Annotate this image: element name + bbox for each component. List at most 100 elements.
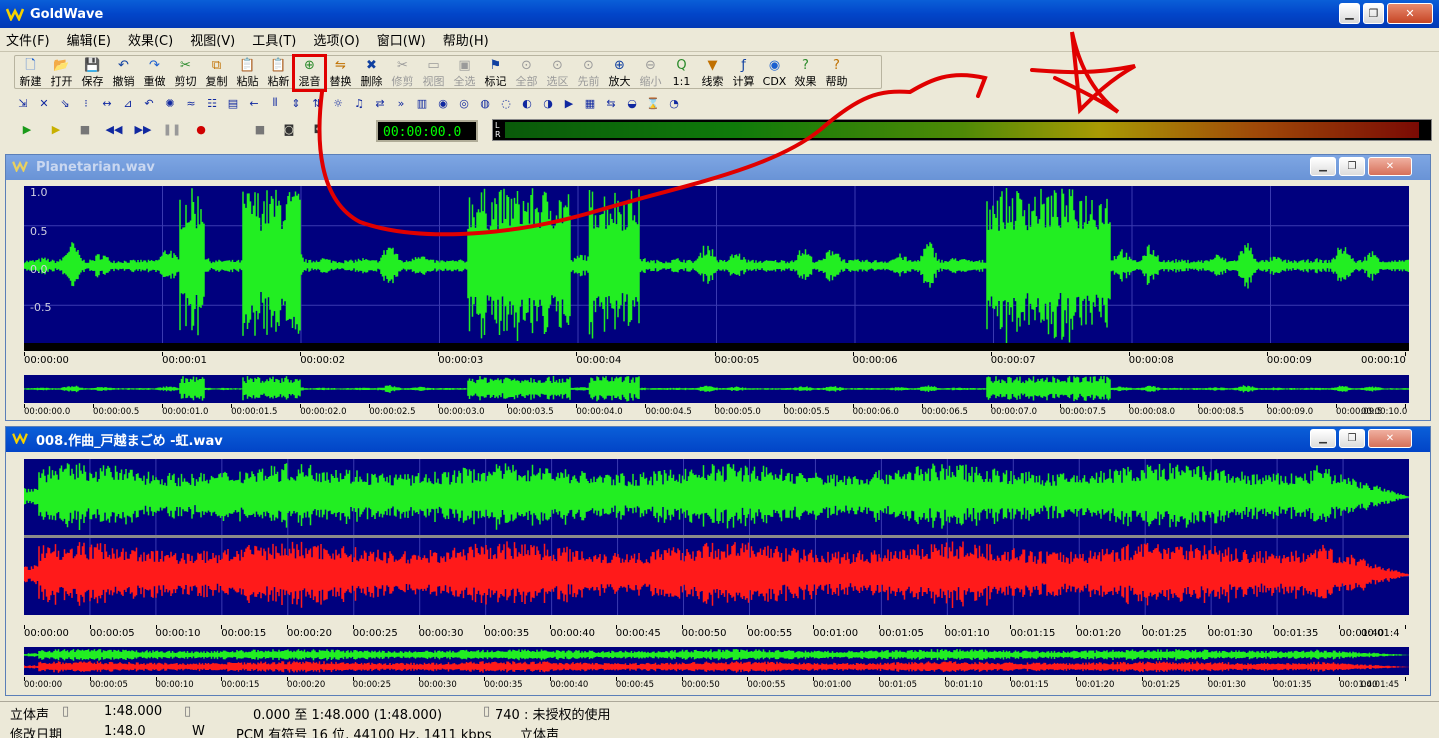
doc-restore-button[interactable]: ❐ (1339, 429, 1365, 448)
fast-forward-icon[interactable]: ▶▶ (130, 119, 156, 139)
toolbar-button-zoom-1to1[interactable]: Q 1:1 (666, 56, 697, 90)
clock-icon[interactable]: ◔ (665, 93, 683, 113)
toolbar-button-new-file[interactable]: 🗋 新建 (15, 56, 46, 90)
noise-icon[interactable]: ☼ (329, 93, 347, 113)
toolbar-button-label: 放大 (608, 75, 631, 88)
echo-icon[interactable]: ↶ (140, 93, 158, 113)
menu-view[interactable]: 视图(V) (190, 30, 235, 49)
play-icon[interactable]: ▶ (14, 119, 40, 139)
fade-in-icon[interactable]: ⇲ (14, 93, 32, 113)
crossfade-icon[interactable]: ✕ (35, 93, 53, 113)
toolbar-button-delete[interactable]: ✖ 删除 (356, 56, 387, 90)
fade-out-icon[interactable]: ⇘ (56, 93, 74, 113)
toolbar-button-undo[interactable]: ↶ 撤销 (108, 56, 139, 90)
offset-icon[interactable]: ◒ (623, 93, 641, 113)
speed-icon[interactable]: » (392, 93, 410, 113)
stop-record-icon[interactable]: ■ (247, 119, 273, 139)
time-display: 00:00:00.0 (376, 120, 478, 142)
ruler-label: 00:00:45 (615, 628, 661, 639)
bars-icon[interactable]: ⦀ (266, 93, 284, 113)
ruler-label: 00:01:05 (878, 680, 918, 690)
toolbar-button-help[interactable]: ? 帮助 (821, 56, 852, 90)
pitch-icon[interactable]: ♫ (350, 93, 368, 113)
toolbar-button-trim[interactable]: ✂ 修剪 (387, 56, 418, 90)
play-effect-icon[interactable]: ▶ (560, 93, 578, 113)
record-selection-icon[interactable]: ◙ (276, 119, 302, 139)
arrow-left-icon[interactable]: ← (245, 93, 263, 113)
toolbar-button-view[interactable]: ▭ 视图 (418, 56, 449, 90)
control-icon[interactable]: ◘ (305, 119, 331, 139)
play-selection-icon[interactable]: ▶ (43, 119, 69, 139)
toolbar-button-effects-help[interactable]: ? 效果 (790, 56, 821, 90)
flanger-icon[interactable]: ◌ (497, 93, 515, 113)
pan-icon[interactable]: ◑ (539, 93, 557, 113)
toolbar-button-zoom-in[interactable]: ⊕ 放大 (604, 56, 635, 90)
goldwave-logo-icon (12, 432, 28, 447)
invert-icon[interactable]: ⇅ (308, 93, 326, 113)
toolbar-button-marker[interactable]: ⚑ 标记 (480, 56, 511, 90)
restore-button[interactable]: ❐ (1363, 3, 1384, 24)
toolbar-button-save[interactable]: 💾 保存 (77, 56, 108, 90)
reverse-icon[interactable]: ⇄ (371, 93, 389, 113)
rewind-icon[interactable]: ◀◀ (101, 119, 127, 139)
toolbar-button-zoom-previous[interactable]: ⊙ 先前 (573, 56, 604, 90)
waveform-stereo[interactable] (24, 459, 1409, 615)
menu-effects[interactable]: 效果(C) (128, 30, 173, 49)
toolbar-button-redo[interactable]: ↷ 重做 (139, 56, 170, 90)
doc-minimize-button[interactable]: ▁ (1310, 157, 1336, 176)
toolbar-button-expression[interactable]: ƒ 计算 (728, 56, 759, 90)
toolbar-button-cue[interactable]: ▼ 线索 (697, 56, 728, 90)
menu-tools[interactable]: 工具(T) (252, 30, 296, 49)
doc-minimize-button[interactable]: ▁ (1310, 429, 1336, 448)
equalizer-icon[interactable]: ☷ (203, 93, 221, 113)
spectrum-icon[interactable]: ▤ (224, 93, 242, 113)
toolbar-button-zoom-selection[interactable]: ⊙ 选区 (542, 56, 573, 90)
toolbar-button-select-all[interactable]: ▣ 全选 (449, 56, 480, 90)
filter-icon[interactable]: ≈ (182, 93, 200, 113)
record-icon[interactable]: ● (188, 119, 214, 139)
menu-file[interactable]: 文件(F) (6, 30, 50, 49)
toolbar-button-label: 重做 (143, 75, 166, 88)
waveform-main[interactable] (24, 186, 1409, 345)
doc-close-button[interactable]: ✕ (1368, 429, 1412, 448)
pause-icon[interactable]: ❚❚ (159, 119, 185, 139)
close-button[interactable]: ✕ (1387, 3, 1433, 24)
swap-icon[interactable]: ⇆ (602, 93, 620, 113)
stretch-icon[interactable]: ↔ (98, 93, 116, 113)
toolbar-button-paste[interactable]: 📋 粘贴 (232, 56, 263, 90)
toolbar-button-replace[interactable]: ⇋ 替换 (325, 56, 356, 90)
toolbar-button-cd[interactable]: ◉ CDX (759, 56, 790, 90)
menu-edit[interactable]: 编辑(E) (67, 30, 111, 49)
doc-close-button[interactable]: ✕ (1368, 157, 1412, 176)
volume-icon[interactable]: ◎ (455, 93, 473, 113)
menu-help[interactable]: 帮助(H) (443, 30, 489, 49)
ruler-label: 00:01:00 (813, 680, 852, 690)
doc-restore-button[interactable]: ❐ (1339, 157, 1365, 176)
channel-icon[interactable]: ⁝ (77, 93, 95, 113)
waveform-overview-stereo[interactable] (24, 647, 1409, 675)
minimize-button[interactable]: ▁ (1339, 3, 1360, 24)
gear-icon[interactable]: ✺ (161, 93, 179, 113)
mechanize-icon[interactable]: ◐ (518, 93, 536, 113)
stop-icon[interactable]: ■ (72, 119, 98, 139)
toolbar-button-label: 打开 (50, 75, 73, 88)
doppler-icon[interactable]: ◍ (476, 93, 494, 113)
toolbar-button-open-folder[interactable]: 📂 打开 (46, 56, 77, 90)
toolbar-button-cut[interactable]: ✂ 剪切 (170, 56, 201, 90)
menu-options[interactable]: 选项(O) (313, 30, 359, 49)
shape-icon[interactable]: ⊿ (119, 93, 137, 113)
toolbar-button-zoom-all[interactable]: ⊙ 全部 (511, 56, 542, 90)
toolbar-button-paste-new[interactable]: 📋 粘新 (263, 56, 294, 90)
ruler-label: 00:00:06.5 (921, 407, 968, 417)
ruler-label: 00:00:01 (162, 355, 208, 366)
marker-effect-icon[interactable]: ▦ (581, 93, 599, 113)
toolbar-button-zoom-out[interactable]: ⊖ 缩小 (635, 56, 666, 90)
silence-icon[interactable]: ◉ (434, 93, 452, 113)
menu-window[interactable]: 窗口(W) (377, 30, 426, 49)
time-warp-icon[interactable]: ⌛ (644, 93, 662, 113)
toolbar-button-mix[interactable]: ⊕ 混音 (292, 54, 327, 92)
waveform-overview[interactable] (24, 375, 1409, 403)
toolbar-button-copy[interactable]: ⧉ 复制 (201, 56, 232, 90)
compress-icon[interactable]: ⇕ (287, 93, 305, 113)
resample-icon[interactable]: ▥ (413, 93, 431, 113)
